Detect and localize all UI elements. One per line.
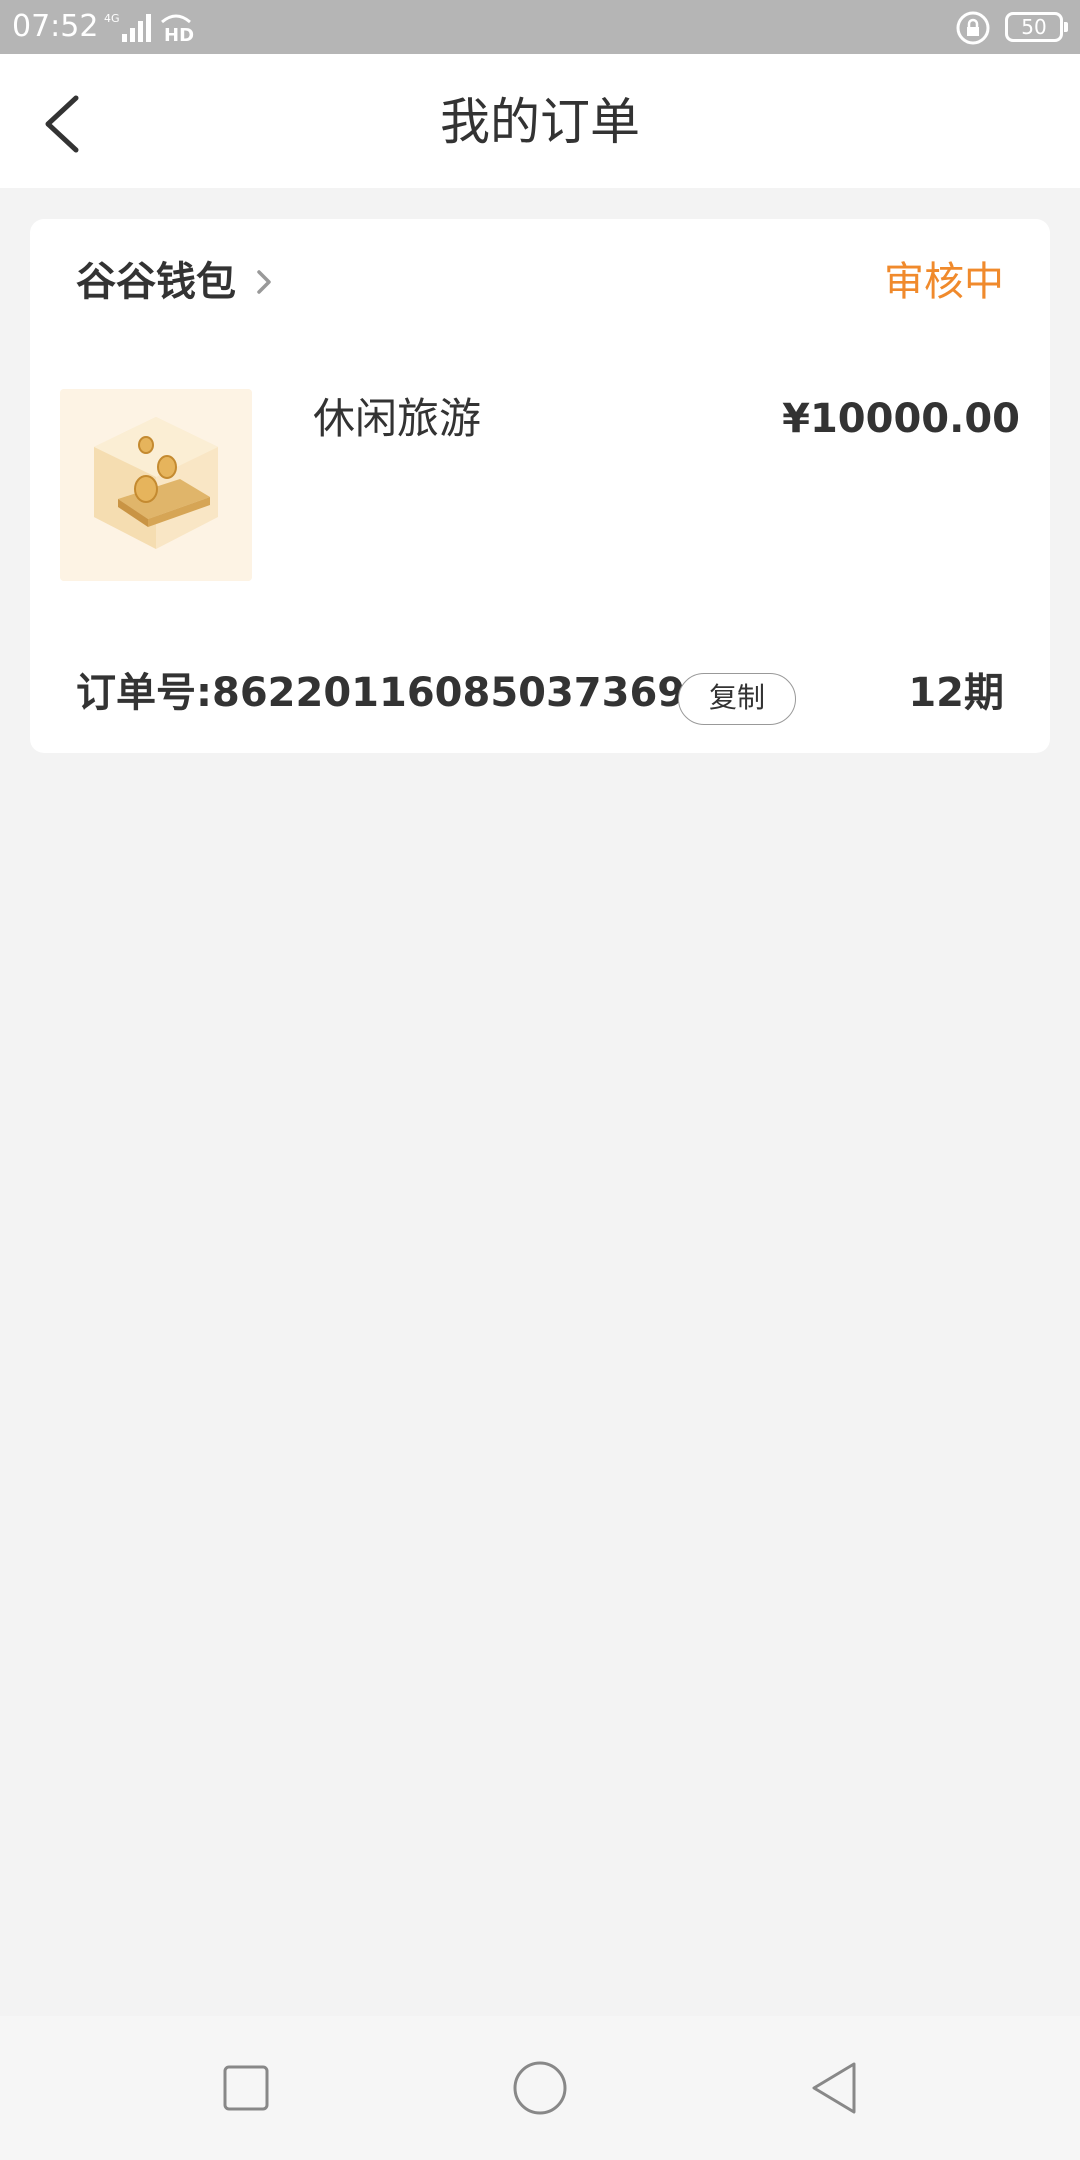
signal-icon: 4G HD [104, 12, 194, 46]
installment-period: 12期 [908, 670, 1004, 716]
square-recents-icon[interactable] [216, 2058, 276, 2118]
product-image [60, 389, 252, 581]
svg-text:HD: HD [164, 25, 194, 46]
screen-lock-icon [956, 11, 990, 45]
order-card[interactable]: 谷谷钱包 审核中 休闲旅游 ¥10000.00 订单号:862201160850… [30, 219, 1050, 753]
status-bar: 07:52 4G HD 50 [0, 0, 1080, 54]
product-name: 休闲旅游 [313, 394, 482, 443]
page-title: 我的订单 [440, 93, 640, 151]
app-header: 我的订单 [0, 54, 1080, 188]
merchant-name: 谷谷钱包 [76, 259, 236, 305]
order-status: 审核中 [884, 259, 1004, 305]
svg-text:4G: 4G [104, 12, 120, 25]
order-number: 订单号:8622011608503736​92 [76, 670, 713, 716]
triangle-back-icon[interactable] [804, 2058, 864, 2118]
merchant-link[interactable]: 谷谷钱包 [76, 255, 274, 309]
circle-home-icon[interactable] [510, 2058, 570, 2118]
battery-icon: 50 [1005, 12, 1068, 42]
order-price: ¥10000.00 [782, 396, 1020, 442]
copy-button[interactable]: 复制 [678, 673, 796, 725]
status-time: 07:52 [12, 9, 99, 44]
system-nav-bar [0, 2016, 1080, 2160]
chevron-right-icon [257, 270, 271, 294]
gold-coin-box-icon [60, 389, 252, 581]
